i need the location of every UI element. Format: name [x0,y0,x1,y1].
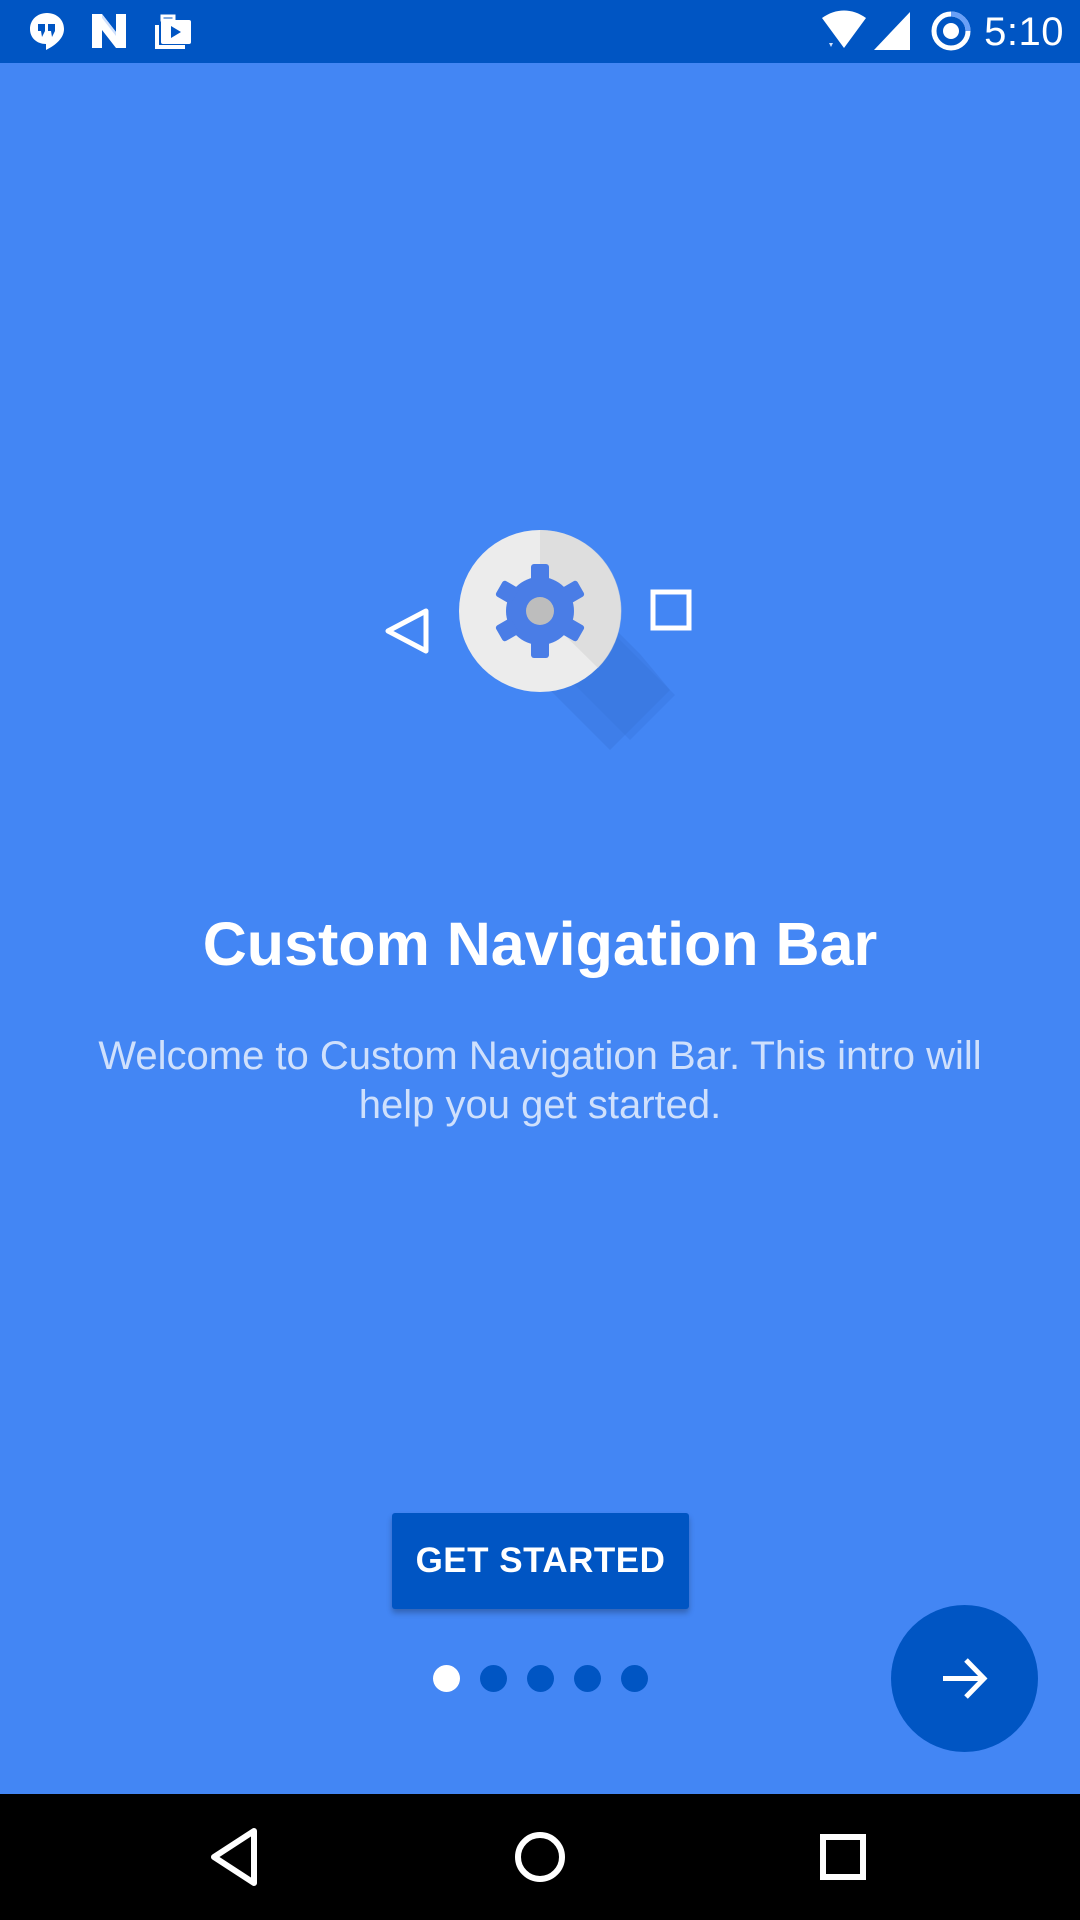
status-bar: 5:10 [0,0,1080,63]
back-triangle-icon [385,608,429,654]
nav-recents-button[interactable] [803,1817,883,1897]
nav-recents-icon [820,1834,866,1880]
page-dot-2 [480,1665,507,1692]
hangouts-icon [30,13,64,50]
page-dot-4 [574,1665,601,1692]
status-time: 5:10 [984,10,1064,54]
n-icon [92,14,126,48]
get-started-button[interactable]: GET STARTED [392,1513,689,1609]
page-indicator [433,1665,653,1693]
nav-back-icon [211,1828,257,1886]
arrow-right-icon [943,1658,988,1699]
nav-back-button[interactable] [196,1817,276,1897]
briefcase-play-icon [155,14,191,49]
square-icon [650,589,692,631]
wifi-icon [822,10,866,48]
next-button[interactable] [891,1605,1038,1752]
signal-icon [874,12,910,50]
sync-ring-icon [931,11,971,51]
intro-title: Custom Navigation Bar [202,910,878,978]
intro-description: Welcome to Custom Navigation Bar. This i… [98,1034,982,1127]
system-nav-bar [0,1794,1080,1920]
intro-screen: 5:10 Custom Navigation Bar Welcome to Cu… [0,0,1080,1920]
page-dot-1 [433,1665,460,1692]
page-dot-3 [527,1665,554,1692]
hero-illustration [385,529,692,750]
nav-home-button[interactable] [500,1817,580,1897]
page-dot-5 [621,1665,648,1692]
nav-home-icon [515,1832,565,1882]
